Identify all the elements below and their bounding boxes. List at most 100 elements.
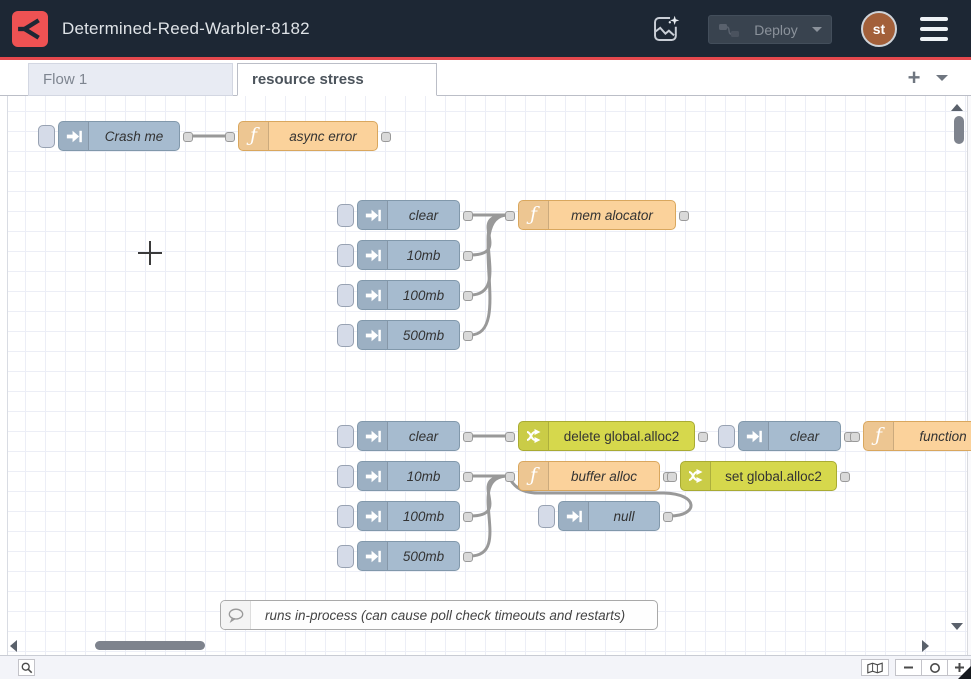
window-resize-grip[interactable] <box>958 666 971 679</box>
add-flow-button[interactable]: + <box>900 64 928 92</box>
node-label: 100mb <box>388 502 459 530</box>
flow-tab-bar: Flow 1 resource stress <box>0 60 971 96</box>
inject-trigger-button[interactable] <box>337 425 354 448</box>
inject-icon <box>363 286 382 305</box>
user-avatar[interactable]: st <box>861 11 897 47</box>
node-icon-area <box>221 601 251 629</box>
flowfuse-logo[interactable] <box>12 11 48 47</box>
node-clear-1[interactable]: clear <box>357 200 460 230</box>
node-label: 100mb <box>388 281 459 309</box>
inject-trigger-button[interactable] <box>337 545 354 568</box>
node-mb100-1[interactable]: 100mb <box>357 280 460 310</box>
node-icon-area <box>358 422 388 450</box>
editor-footer <box>0 655 971 679</box>
inject-trigger-button[interactable] <box>337 244 354 267</box>
output-port[interactable] <box>463 512 473 522</box>
output-port[interactable] <box>463 552 473 562</box>
inject-trigger-button[interactable] <box>337 324 354 347</box>
node-icon-area <box>59 122 89 150</box>
output-port[interactable] <box>463 472 473 482</box>
output-port[interactable] <box>679 211 689 221</box>
node-clear-3[interactable]: clear <box>738 421 841 451</box>
node-mb500-2[interactable]: 500mb <box>357 541 460 571</box>
inject-trigger-button[interactable] <box>718 425 735 448</box>
node-delete-alloc2[interactable]: delete global.alloc2 <box>518 421 695 451</box>
node-async-error[interactable]: ƒasync error <box>238 121 378 151</box>
output-port[interactable] <box>463 291 473 301</box>
function-icon: ƒ <box>250 126 257 147</box>
inject-trigger-button[interactable] <box>337 505 354 528</box>
node-mb10-1[interactable]: 10mb <box>357 240 460 270</box>
output-port[interactable] <box>463 331 473 341</box>
node-icon-area <box>358 502 388 530</box>
change-shuffle-icon <box>525 427 543 445</box>
node-null-node[interactable]: null <box>558 501 660 531</box>
main-menu-button[interactable] <box>920 17 948 41</box>
node-mb10-2[interactable]: 10mb <box>357 461 460 491</box>
input-port[interactable] <box>505 211 515 221</box>
zoom-out-button[interactable] <box>895 659 921 676</box>
flow-canvas[interactable]: Crash me ƒasync error clear 10mb 100mb 500mb ƒ… <box>0 96 971 655</box>
inject-trigger-button[interactable] <box>538 505 555 528</box>
deploy-button[interactable]: Deploy <box>708 15 832 44</box>
node-mb500-1[interactable]: 500mb <box>357 320 460 350</box>
menu-icon-bar <box>920 17 948 21</box>
input-port[interactable] <box>505 432 515 442</box>
node-icon-area <box>519 422 549 450</box>
input-port[interactable] <box>667 472 677 482</box>
output-port[interactable] <box>463 432 473 442</box>
tab-resource-stress[interactable]: resource stress <box>237 63 437 96</box>
vertical-scroll-down-arrow[interactable] <box>951 623 963 630</box>
search-button[interactable] <box>18 659 35 676</box>
inject-trigger-button[interactable] <box>337 465 354 488</box>
output-port[interactable] <box>663 512 673 522</box>
menu-icon-bar <box>920 37 948 41</box>
output-port[interactable] <box>840 472 850 482</box>
inject-icon <box>363 427 382 446</box>
zoom-out-icon <box>903 662 914 673</box>
input-port[interactable] <box>225 132 235 142</box>
vertical-scroll-up-arrow[interactable] <box>951 104 963 111</box>
node-label: clear <box>388 201 459 229</box>
zoom-reset-button[interactable] <box>921 659 947 676</box>
inject-trigger-button[interactable] <box>337 284 354 307</box>
node-icon-area <box>681 462 711 490</box>
tab-flow-1[interactable]: Flow 1 <box>28 63 233 96</box>
inject-trigger-button[interactable] <box>337 204 354 227</box>
output-port[interactable] <box>698 432 708 442</box>
node-red-editor: Determined-Reed-Warbler-8182 Deploy st <box>0 0 971 679</box>
vertical-scrollbar-thumb[interactable] <box>954 116 964 144</box>
node-mb100-2[interactable]: 100mb <box>357 501 460 531</box>
flow-list-menu-button[interactable] <box>936 75 948 81</box>
node-buffer-alloc[interactable]: ƒ buffer alloc <box>518 461 660 491</box>
function-icon: ƒ <box>530 466 537 487</box>
output-port[interactable] <box>381 132 391 142</box>
output-port[interactable] <box>183 132 193 142</box>
comment-bubble-icon <box>227 607 245 623</box>
navigator-button[interactable] <box>861 659 889 676</box>
node-clear-2[interactable]: clear <box>357 421 460 451</box>
node-comment-node[interactable]: runs in-process (can cause poll check ti… <box>220 600 658 630</box>
inject-icon <box>64 127 83 146</box>
horizontal-scrollbar-thumb[interactable] <box>95 641 205 650</box>
deploy-caret-icon[interactable] <box>812 27 822 32</box>
wire-mb500-1-to-mem-alocator[interactable] <box>470 215 508 335</box>
ai-image-button[interactable] <box>646 10 686 48</box>
inject-icon <box>363 467 382 486</box>
node-crash-me[interactable]: Crash me <box>58 121 180 151</box>
node-mem-alocator[interactable]: ƒmem alocator <box>518 200 676 230</box>
node-label: mem alocator <box>549 201 675 229</box>
node-label: Crash me <box>89 122 179 150</box>
node-function-node[interactable]: ƒfunction <box>863 421 971 451</box>
inject-icon <box>363 246 382 265</box>
output-port[interactable] <box>463 211 473 221</box>
node-label: buffer alloc <box>549 462 659 490</box>
output-port[interactable] <box>463 251 473 261</box>
input-port[interactable] <box>505 472 515 482</box>
horizontal-scroll-right-arrow[interactable] <box>922 640 929 652</box>
node-set-alloc2[interactable]: set global.alloc2 <box>680 461 837 491</box>
inject-trigger-button[interactable] <box>38 125 55 148</box>
node-label: function <box>894 422 971 450</box>
input-port[interactable] <box>850 432 860 442</box>
horizontal-scroll-left-arrow[interactable] <box>10 640 17 652</box>
